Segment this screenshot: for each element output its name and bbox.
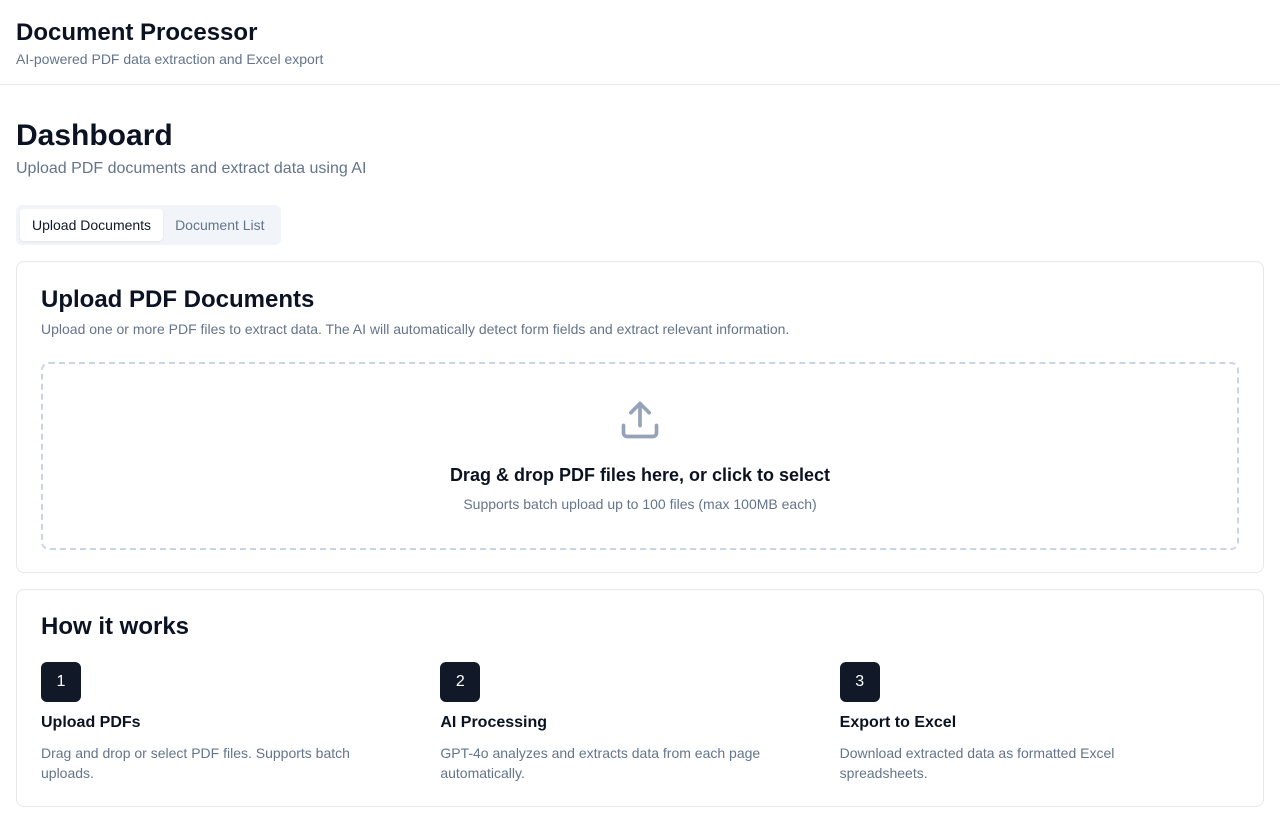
tab-list: Upload Documents Document List [16,205,281,245]
step-ai-processing: 2 AI Processing GPT-4o analyzes and extr… [440,662,839,783]
main-content: Dashboard Upload PDF documents and extra… [0,119,1280,807]
step-title: Upload PDFs [41,714,141,731]
step-number-badge: 1 [41,662,81,702]
step-number-badge: 3 [839,662,880,702]
how-it-works-card: How it works 1 Upload PDFs Drag and drop… [16,589,1264,807]
step-title: Export to Excel [839,714,957,731]
page-subtitle: Upload PDF documents and extract data us… [16,160,367,177]
upload-icon [621,401,659,439]
step-description: GPT-4o analyzes and extracts data from e… [440,745,761,781]
step-number-badge: 2 [440,662,481,702]
tab-upload-documents[interactable]: Upload Documents [20,209,164,241]
file-dropzone[interactable]: Drag & drop PDF files here, or click to … [41,362,1239,550]
step-title: AI Processing [440,714,548,731]
upload-card: Upload PDF Documents Upload one or more … [16,261,1264,573]
app-header: Document Processor AI-powered PDF data e… [0,0,1280,85]
steps-list: 1 Upload PDFs Drag and drop or select PD… [41,662,1239,783]
step-upload: 1 Upload PDFs Drag and drop or select PD… [41,662,440,783]
tab-document-list[interactable]: Document List [163,209,276,241]
step-export: 3 Export to Excel Download extracted dat… [839,662,1239,783]
step-description: Drag and drop or select PDF files. Suppo… [41,745,350,781]
upload-card-title: Upload PDF Documents [41,286,315,313]
app-title: Document Processor [16,19,258,46]
step-description: Download extracted data as formatted Exc… [839,745,1115,781]
dropzone-hint: Supports batch upload up to 100 files (m… [463,496,817,512]
dropzone-title: Drag & drop PDF files here, or click to … [449,465,831,485]
page-title: Dashboard [16,119,173,152]
upload-card-description: Upload one or more PDF files to extract … [41,321,790,337]
app-subtitle: AI-powered PDF data extraction and Excel… [16,51,324,67]
how-it-works-title: How it works [41,613,190,640]
